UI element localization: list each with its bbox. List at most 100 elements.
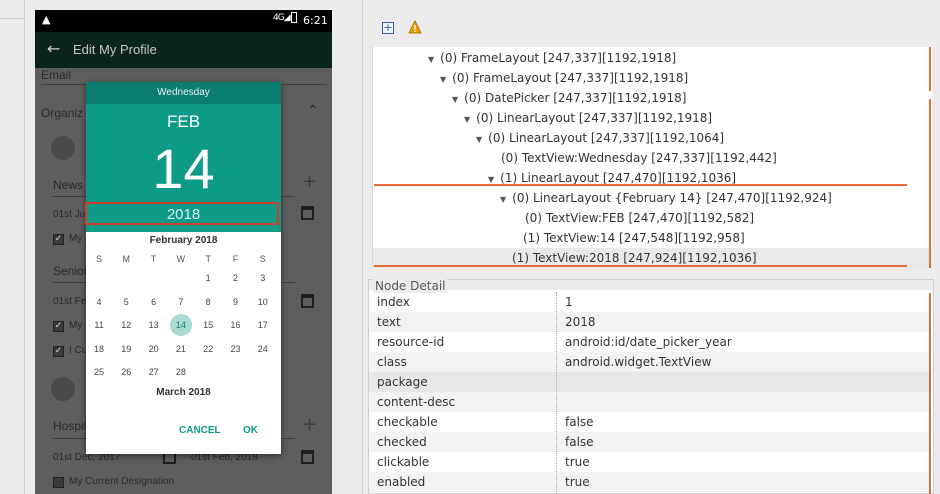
tree-node-label: (1) TextView:2018 [247,924][1192,1036] (512, 251, 757, 265)
calendar-day[interactable]: 19 (115, 338, 137, 360)
device-screenshot-pane[interactable]: ▲ 4G◢ 6:21 ← Edit My Profile Email Organ… (0, 0, 363, 494)
calendar-day[interactable]: 5 (115, 291, 137, 313)
warning-icon[interactable] (408, 20, 422, 34)
organization-label: Organiz (41, 106, 84, 120)
email-label: Email (41, 68, 72, 82)
property-row[interactable]: package (369, 372, 929, 392)
news-from-date[interactable]: 01st Ju (53, 209, 85, 220)
property-value: android:id/date_picker_year (565, 335, 732, 349)
weekday-header: S (95, 254, 102, 264)
hierarchy-tree[interactable]: ▼ (0) FrameLayout [247,337][1192,1918] ▼ (0… (372, 47, 932, 268)
property-value: 1 (565, 295, 573, 309)
property-row[interactable]: clickable true (369, 452, 929, 472)
calendar-icon[interactable] (301, 294, 314, 308)
tree-node[interactable]: ▼ (0) FrameLayout [247,337][1192,1918] (373, 68, 932, 88)
calendar-day[interactable]: 10 (252, 291, 274, 313)
calendar-day[interactable]: 2 (225, 267, 247, 289)
calendar-day[interactable]: 4 (88, 291, 110, 313)
calendar-day[interactable]: 18 (88, 338, 110, 360)
column-separator (556, 292, 557, 494)
calendar-day[interactable]: 15 (197, 314, 219, 336)
calendar-day[interactable]: 6 (143, 291, 165, 313)
month-label[interactable]: FEB (86, 112, 281, 132)
calendar-icon[interactable] (301, 206, 314, 220)
expand-triangle-icon[interactable]: ▼ (464, 110, 470, 130)
calendar-day[interactable]: 13 (143, 314, 165, 336)
pane-divider[interactable] (368, 270, 940, 278)
calendar-day[interactable]: 22 (197, 338, 219, 360)
alert-icon: ▲ (42, 13, 51, 26)
expand-triangle-icon[interactable]: ▼ (488, 170, 494, 190)
calendar-day[interactable]: 3 (252, 267, 274, 289)
expand-all-icon[interactable]: + (382, 22, 394, 34)
checkbox-icon[interactable]: ✓ (53, 234, 64, 245)
tree-node[interactable]: ▼ (0) LinearLayout [247,337][1192,1064] (373, 128, 932, 148)
property-row[interactable]: enabled true (369, 472, 929, 492)
expand-triangle-icon[interactable]: ▼ (440, 70, 446, 90)
back-arrow-icon[interactable]: ← (47, 39, 60, 58)
calendar-day[interactable]: 12 (115, 314, 137, 336)
calendar-icon[interactable] (301, 450, 314, 464)
checkbox-icon[interactable] (53, 477, 64, 488)
status-bar: ▲ 4G◢ 6:21 (35, 10, 332, 32)
expand-triangle-icon[interactable]: ▼ (476, 130, 482, 150)
property-value: true (565, 475, 590, 489)
senior-from-date[interactable]: 01st Fe (53, 296, 86, 307)
tree-node[interactable]: ▼ (0) LinearLayout {February 14} [247,470… (373, 188, 932, 208)
bounds-highlight-bottom (374, 265, 907, 267)
expand-triangle-icon[interactable]: ▼ (452, 90, 458, 110)
property-row[interactable]: checked false (369, 432, 929, 452)
tree-node-label: (1) LinearLayout [247,470][1192,1036] (500, 171, 737, 185)
calendar-day[interactable]: 28 (170, 361, 192, 383)
calendar-day[interactable]: 17 (252, 314, 274, 336)
expand-triangle-icon[interactable]: ▼ (500, 190, 506, 210)
calendar-day-selected[interactable]: 14 (169, 314, 192, 336)
calendar-day[interactable]: 1 (197, 267, 219, 289)
selection-highlight (85, 202, 279, 225)
ok-button[interactable]: OK (243, 425, 258, 436)
tree-node-label: (0) DatePicker [247,337][1192,1918] (464, 91, 687, 105)
calendar-day[interactable]: 11 (88, 314, 110, 336)
add-icon[interactable]: + (302, 414, 317, 435)
calendar-day[interactable]: 23 (225, 338, 247, 360)
date-label[interactable]: 14 (86, 136, 281, 201)
tree-node[interactable]: ▼ (0) FrameLayout [247,337][1192,1918] (373, 48, 932, 68)
tree-node-label: (0) LinearLayout [247,337][1192,1064] (488, 131, 725, 145)
calendar-day[interactable]: 20 (143, 338, 165, 360)
organization-icon (51, 136, 75, 160)
expand-triangle-icon[interactable]: ▼ (428, 50, 434, 70)
hospital-label: Hospit (53, 419, 88, 433)
node-detail-panel: Node Detail index 1 text 2018 resource-id and… (368, 279, 934, 494)
split-divider[interactable] (362, 0, 363, 494)
property-row[interactable]: checkable false (369, 412, 929, 432)
tree-node[interactable]: ▼ (0) DatePicker [247,337][1192,1918] (373, 88, 932, 108)
calendar-day[interactable]: 9 (225, 291, 247, 313)
property-row[interactable]: content-desc (369, 392, 929, 412)
tree-node[interactable]: (1) TextView:14 [247,548][1192,958] (373, 228, 932, 248)
property-row[interactable]: resource-id android:id/date_picker_year (369, 332, 929, 352)
property-row[interactable]: text 2018 (369, 312, 929, 332)
collapse-icon[interactable]: ⌃ (307, 102, 319, 119)
hospital-icon (51, 377, 75, 401)
weekday-header: T (205, 254, 211, 264)
tree-node[interactable]: (0) TextView:FEB [247,470][1192,582] (373, 208, 932, 228)
bounds-highlight-top (374, 184, 907, 186)
tree-node[interactable]: (0) TextView:Wednesday [247,337][1192,44… (373, 148, 932, 168)
calendar-day[interactable]: 8 (197, 291, 219, 313)
tree-node[interactable]: ▼ (0) LinearLayout [247,337][1192,1918] (373, 108, 932, 128)
calendar-day[interactable]: 7 (170, 291, 192, 313)
calendar-day[interactable]: 27 (143, 361, 165, 383)
property-row[interactable]: index 1 (369, 292, 929, 312)
calendar-day[interactable]: 25 (88, 361, 110, 383)
checkbox-icon[interactable]: ✓ (53, 346, 64, 357)
bounds-highlight-edge (929, 47, 931, 91)
calendar-day[interactable]: 26 (115, 361, 137, 383)
calendar-day[interactable]: 21 (170, 338, 192, 360)
calendar-day[interactable]: 24 (252, 338, 274, 360)
calendar-day[interactable]: 16 (225, 314, 247, 336)
cancel-button[interactable]: CANCEL (179, 425, 221, 436)
property-key: enabled (377, 475, 426, 489)
checkbox-icon[interactable]: ✓ (53, 321, 64, 332)
property-row[interactable]: class android.widget.TextView (369, 352, 929, 372)
add-icon[interactable]: + (302, 171, 317, 192)
